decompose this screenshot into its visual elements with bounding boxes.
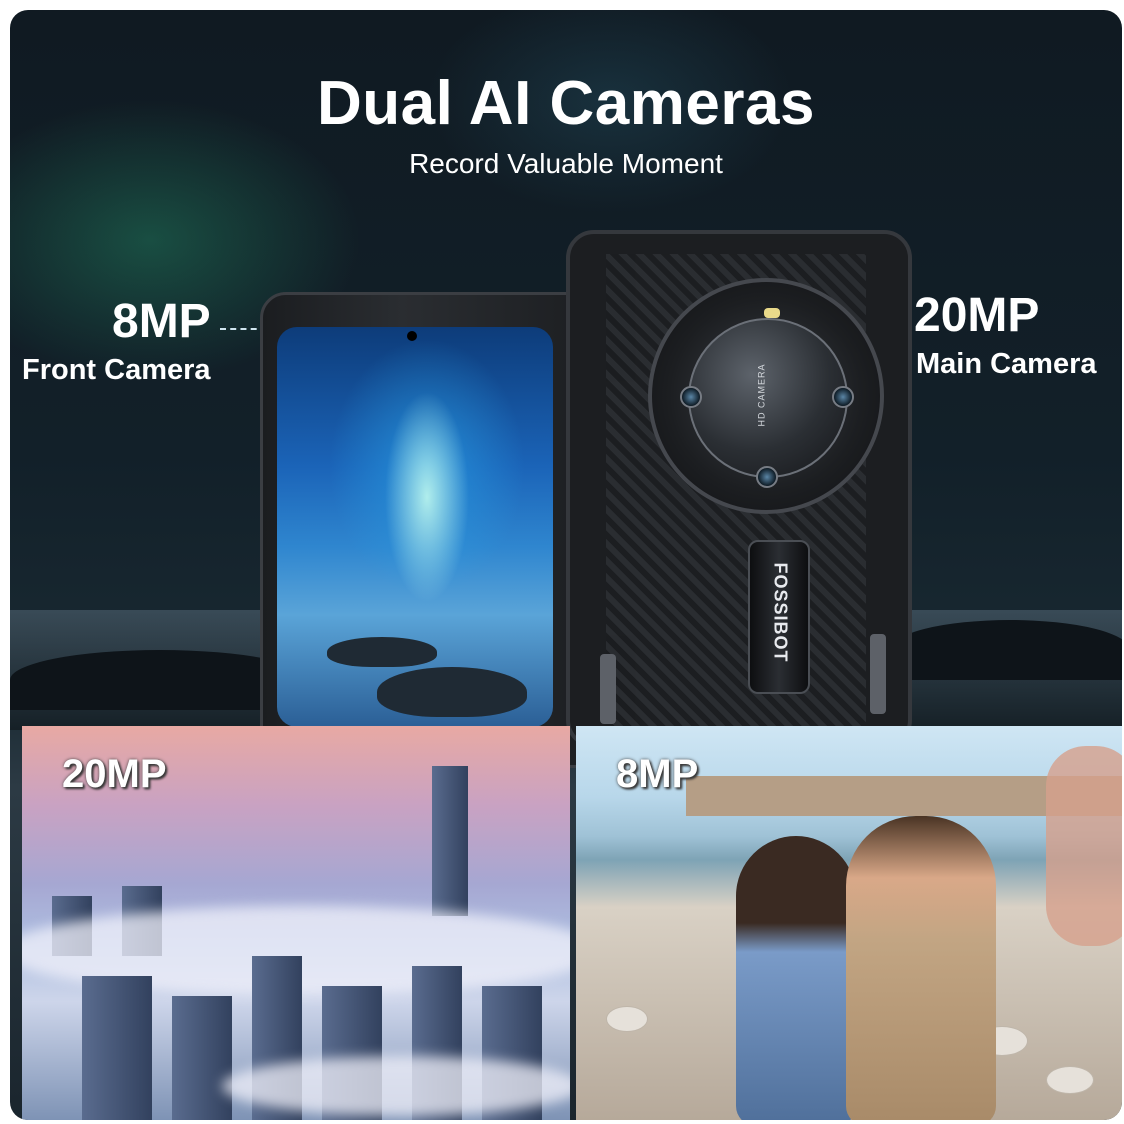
- main-camera-resolution: 20MP: [914, 289, 1040, 342]
- phone-screen: [277, 327, 553, 727]
- brand-plate: FOSSIBOT: [748, 540, 810, 694]
- front-camera-label: Front Camera: [22, 354, 211, 386]
- screen-island: [327, 637, 437, 667]
- selfie-arm: [1046, 746, 1122, 946]
- hill-right: [890, 620, 1122, 680]
- camera-module: HD CAMERA: [648, 278, 884, 514]
- page-title: Dual AI Cameras: [317, 69, 815, 138]
- pebble: [1046, 1066, 1094, 1094]
- person-woman: [736, 836, 856, 1120]
- lens-right-icon: [832, 386, 854, 408]
- screen-island-large: [377, 667, 527, 717]
- sample-photo-8mp: 8MP: [576, 726, 1122, 1120]
- building: [82, 976, 152, 1120]
- page-subtitle: Record Valuable Moment: [409, 148, 723, 179]
- sample-label-8mp: 8MP: [616, 752, 699, 796]
- front-camera-icon: [407, 331, 417, 341]
- phone-front-view: [260, 292, 614, 768]
- lens-text: HD CAMERA: [756, 363, 767, 427]
- skyscraper: [432, 766, 468, 916]
- person-man: [846, 816, 996, 1120]
- flash-icon: [764, 308, 780, 318]
- sample-label-20mp: 20MP: [62, 752, 167, 796]
- lens-left-icon: [680, 386, 702, 408]
- pebble: [606, 1006, 648, 1032]
- brand-logo: FOSSIBOT: [770, 562, 791, 663]
- fog-bank: [222, 1056, 570, 1116]
- building: [172, 996, 232, 1120]
- accent-right: [870, 634, 886, 714]
- lens-bottom-icon: [756, 466, 778, 488]
- main-lens-icon: HD CAMERA: [688, 318, 848, 478]
- sample-photo-20mp: 20MP: [22, 726, 570, 1120]
- phone-back-view: HD CAMERA FOSSIBOT: [566, 230, 912, 748]
- front-camera-resolution: 8MP: [112, 295, 211, 348]
- main-camera-label: Main Camera: [916, 348, 1097, 380]
- product-banner: Dual AI Cameras Record Valuable Moment 8…: [10, 10, 1122, 1120]
- accent-left: [600, 654, 616, 724]
